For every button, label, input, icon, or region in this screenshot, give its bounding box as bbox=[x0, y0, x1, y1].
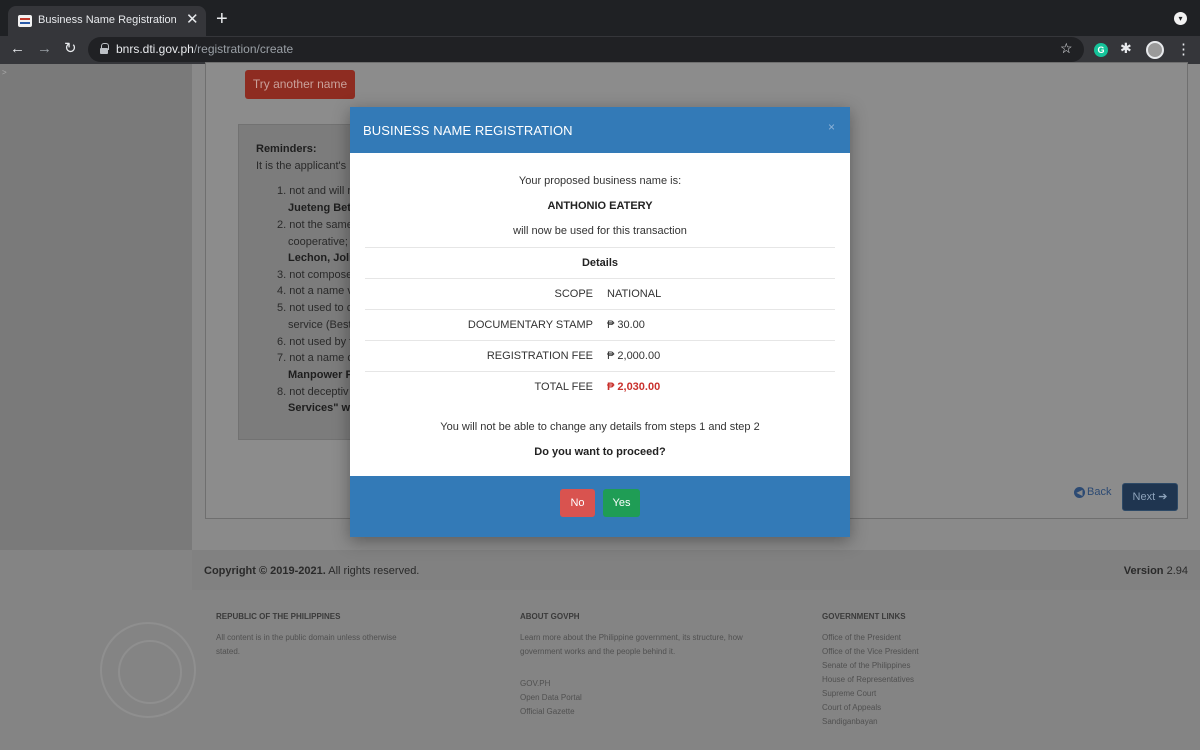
no-button[interactable]: No bbox=[560, 489, 595, 517]
footer-link[interactable]: Office of the President bbox=[822, 631, 1022, 645]
arrow-right-circle-icon: ➔ bbox=[1158, 491, 1168, 503]
divider bbox=[365, 340, 835, 341]
footer-col-gov-links: GOVERNMENT LINKS Office of the President… bbox=[822, 612, 1022, 729]
dti-favicon-icon bbox=[18, 15, 32, 27]
reminder-line: 5. not used to c bbox=[277, 302, 353, 314]
reminder-line: service (Best bbox=[288, 319, 352, 331]
reminders-intro: It is the applicant's r bbox=[256, 160, 353, 172]
try-another-name-button[interactable]: Try another name bbox=[245, 70, 355, 99]
yes-button[interactable]: Yes bbox=[603, 489, 640, 517]
browser-tab-bar: Business Name Registration - D ✕ + ▾ bbox=[0, 0, 1200, 36]
reminder-line: 8. not deceptiv bbox=[277, 386, 349, 398]
version-text: Version 2.94 bbox=[1123, 565, 1188, 577]
footer-col-about: ABOUT GOVPH Learn more about the Philipp… bbox=[520, 612, 760, 719]
tab-close-icon[interactable]: ✕ bbox=[186, 11, 199, 29]
extensions-puzzle-icon[interactable]: ✱ bbox=[1120, 40, 1132, 57]
footer-link[interactable]: Official Gazette bbox=[520, 705, 760, 719]
reminder-line: 2. not the same bbox=[277, 219, 353, 231]
new-tab-icon[interactable]: + bbox=[216, 9, 228, 29]
govph-footer: REPUBLIC OF THE PHILIPPINES All content … bbox=[0, 590, 1200, 750]
lock-icon[interactable] bbox=[100, 43, 109, 54]
arrow-left-circle-icon: ◀ bbox=[1074, 487, 1085, 498]
reminder-line: 1. not and will r bbox=[277, 185, 351, 197]
proceed-question: Do you want to proceed? bbox=[534, 446, 666, 458]
divider bbox=[365, 309, 835, 310]
tab-search-icon[interactable]: ▾ bbox=[1174, 12, 1187, 25]
divider bbox=[365, 371, 835, 372]
footer-link[interactable]: Open Data Portal bbox=[520, 691, 760, 705]
detail-label-documentary-stamp: DOCUMENTARY STAMP bbox=[467, 319, 593, 331]
detail-value-documentary-stamp: ₱ 30.00 bbox=[607, 319, 645, 331]
modal-body: Your proposed business name is: ANTHONIO… bbox=[350, 153, 850, 476]
details-heading: Details bbox=[581, 257, 619, 269]
profile-avatar[interactable] bbox=[1146, 41, 1164, 59]
footer-link[interactable]: GOV.PH bbox=[520, 677, 760, 691]
modal-footer: No Yes bbox=[350, 476, 850, 537]
back-button[interactable]: ◀ Back bbox=[1074, 486, 1111, 498]
browser-toolbar: ← → ↻ bnrs.dti.gov.ph/registration/creat… bbox=[0, 36, 1200, 64]
footer-heading: ABOUT GOVPH bbox=[520, 612, 580, 621]
reminder-line: Manpower F bbox=[288, 369, 353, 381]
divider bbox=[365, 247, 835, 248]
reminder-line: 6. not used by f bbox=[277, 336, 353, 348]
next-button[interactable]: Next ➔ bbox=[1122, 483, 1178, 511]
reminder-line: 7. not a name c bbox=[277, 352, 353, 364]
footer-link[interactable]: Court of Appeals bbox=[822, 701, 1022, 715]
footer-link[interactable]: Senate of the Philippines bbox=[822, 659, 1022, 673]
copyright-bar: Copyright © 2019-2021. All rights reserv… bbox=[192, 550, 1200, 590]
detail-label-total-fee: TOTAL FEE bbox=[534, 381, 593, 393]
copyright-text: Copyright © 2019-2021. All rights reserv… bbox=[204, 565, 420, 577]
address-bar[interactable]: bnrs.dti.gov.ph/registration/create ☆ bbox=[88, 37, 1084, 62]
detail-value-registration-fee: ₱ 2,000.00 bbox=[607, 350, 661, 362]
detail-label-registration-fee: REGISTRATION FEE bbox=[486, 350, 593, 362]
collapse-chevron-icon: > bbox=[2, 68, 7, 77]
reminder-line: Lechon, Joli bbox=[288, 252, 353, 264]
detail-label-scope: SCOPE bbox=[554, 288, 593, 300]
reminder-line: 4. not a name v bbox=[277, 285, 353, 297]
reminder-line: cooperative; bbox=[288, 236, 348, 248]
footer-text: Learn more about the Philippine governme… bbox=[520, 633, 743, 656]
browser-tab[interactable]: Business Name Registration - D ✕ bbox=[8, 6, 206, 36]
registration-confirm-modal: BUSINESS NAME REGISTRATION × Your propos… bbox=[350, 107, 850, 537]
detail-value-scope: NATIONAL bbox=[607, 288, 662, 300]
usage-note: will now be used for this transaction bbox=[513, 225, 687, 237]
modal-title: BUSINESS NAME REGISTRATION bbox=[363, 123, 573, 138]
philippine-seal-icon bbox=[100, 622, 196, 718]
footer-heading: REPUBLIC OF THE PHILIPPINES bbox=[216, 612, 341, 621]
footer-link[interactable]: Supreme Court bbox=[822, 687, 1022, 701]
forward-arrow-icon[interactable]: → bbox=[37, 40, 52, 58]
grammarly-extension-icon[interactable]: G bbox=[1094, 43, 1108, 57]
modal-header: BUSINESS NAME REGISTRATION × bbox=[350, 107, 850, 153]
footer-link[interactable]: Office of the Vice President bbox=[822, 645, 1022, 659]
reminder-line: Services" w bbox=[288, 402, 351, 414]
browser-menu-icon[interactable]: ⋮ bbox=[1176, 40, 1191, 58]
reload-icon[interactable]: ↻ bbox=[64, 40, 77, 58]
left-strip: > bbox=[0, 64, 192, 550]
tab-title: Business Name Registration - D bbox=[38, 14, 176, 26]
no-change-warning: You will not be able to change any detai… bbox=[440, 421, 760, 433]
reminders-title: Reminders: bbox=[256, 143, 317, 155]
bookmark-star-icon[interactable]: ☆ bbox=[1060, 40, 1073, 57]
detail-value-total-fee: ₱ 2,030.00 bbox=[607, 381, 661, 393]
footer-text: All content is in the public domain unle… bbox=[216, 633, 397, 656]
divider bbox=[365, 278, 835, 279]
close-icon[interactable]: × bbox=[828, 120, 835, 134]
business-name: ANTHONIO EATERY bbox=[547, 200, 653, 212]
footer-heading: GOVERNMENT LINKS bbox=[822, 612, 906, 621]
reminder-line: Jueteng Bet bbox=[288, 202, 351, 214]
proposed-name-label: Your proposed business name is: bbox=[518, 175, 682, 187]
footer-link[interactable]: House of Representatives bbox=[822, 673, 1022, 687]
reminder-line: 3. not compose bbox=[277, 269, 353, 281]
url-text: bnrs.dti.gov.ph/registration/create bbox=[116, 42, 294, 56]
footer-link[interactable]: Sandiganbayan bbox=[822, 715, 1022, 729]
footer-col-republic: REPUBLIC OF THE PHILIPPINES All content … bbox=[216, 612, 406, 659]
back-arrow-icon[interactable]: ← bbox=[10, 40, 25, 58]
